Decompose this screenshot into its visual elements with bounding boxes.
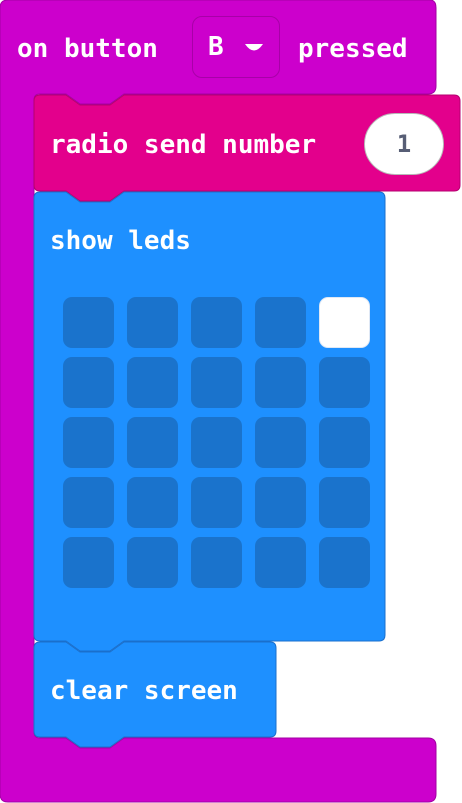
radio-send-number-label: radio send number [50,130,317,160]
led-r4-c2[interactable] [191,537,242,588]
led-r0-c3[interactable] [255,297,306,348]
led-r0-c2[interactable] [191,297,242,348]
led-r4-c1[interactable] [127,537,178,588]
led-r4-c4[interactable] [319,537,370,588]
led-r0-c4[interactable] [319,297,370,348]
led-r3-c1[interactable] [127,477,178,528]
led-grid [63,297,370,588]
led-r2-c0[interactable] [63,417,114,468]
button-dropdown[interactable]: B [192,16,280,78]
number-input[interactable]: 1 [364,113,444,175]
led-r1-c0[interactable] [63,357,114,408]
led-r0-c1[interactable] [127,297,178,348]
led-r2-c2[interactable] [191,417,242,468]
led-r3-c3[interactable] [255,477,306,528]
led-r1-c3[interactable] [255,357,306,408]
led-r4-c3[interactable] [255,537,306,588]
button-dropdown-value: B [208,32,224,62]
pressed-label: pressed [298,34,408,64]
led-r1-c4[interactable] [319,357,370,408]
led-r2-c4[interactable] [319,417,370,468]
chevron-down-icon [245,44,263,51]
led-r3-c4[interactable] [319,477,370,528]
led-r2-c3[interactable] [255,417,306,468]
led-r1-c2[interactable] [191,357,242,408]
led-r2-c1[interactable] [127,417,178,468]
show-leds-label: show leds [50,226,191,256]
on-button-label: on button [17,34,158,64]
led-r1-c1[interactable] [127,357,178,408]
led-r0-c0[interactable] [63,297,114,348]
led-r3-c2[interactable] [191,477,242,528]
led-r4-c0[interactable] [63,537,114,588]
led-r3-c0[interactable] [63,477,114,528]
clear-screen-label: clear screen [50,676,238,706]
